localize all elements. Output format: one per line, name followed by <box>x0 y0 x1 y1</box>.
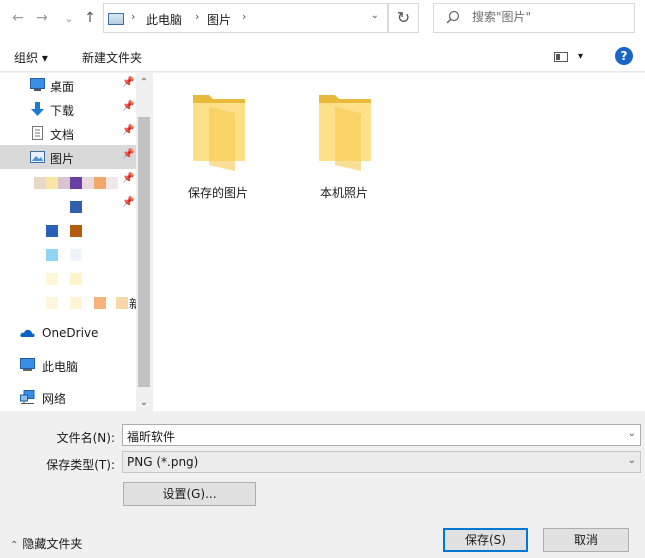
this-pc-icon <box>108 13 124 25</box>
forward-button[interactable]: → <box>32 8 52 28</box>
sidebar-item-onedrive[interactable]: OneDrive <box>0 321 136 345</box>
folder-icon <box>193 95 245 171</box>
nav-scrollbar[interactable]: ⌃ ⌄ <box>136 73 152 411</box>
view-options-icon[interactable] <box>554 52 568 62</box>
chevron-down-icon[interactable]: ⌄ <box>628 428 636 439</box>
filetype-select[interactable]: PNG (*.png) ⌄ <box>122 451 641 473</box>
refresh-button[interactable]: ↻ <box>388 3 419 33</box>
sidebar-item-network[interactable]: 网络 <box>0 385 136 409</box>
download-icon <box>31 102 44 116</box>
address-row: ← → ⌄ ↑ › 此电脑 › 图片 › ⌄ ↻ <box>0 0 645 40</box>
search-box[interactable] <box>433 3 635 33</box>
breadcrumb-pictures[interactable]: 图片 <box>207 11 231 28</box>
address-dropdown-icon[interactable]: ⌄ <box>371 10 379 21</box>
command-bar: 组织 ▾ 新建文件夹 ▾ <box>0 40 645 72</box>
scroll-up-icon[interactable]: ⌃ <box>136 75 152 91</box>
chevron-down-icon[interactable]: ⌄ <box>628 455 636 466</box>
sidebar-item-label: 下载 <box>50 104 75 118</box>
search-icon <box>446 10 460 24</box>
sidebar-item-label: 桌面 <box>50 80 75 94</box>
pin-icon[interactable]: 📌 <box>122 77 134 88</box>
pin-icon[interactable]: 📌 <box>122 197 134 208</box>
folder-name: 保存的图片 <box>187 186 248 200</box>
breadcrumb-this-pc[interactable]: 此电脑 <box>146 11 182 28</box>
view-dropdown-icon[interactable]: ▾ <box>578 51 583 62</box>
sidebar-item-this-pc[interactable]: 此电脑 <box>0 353 136 377</box>
up-arrow-icon: ↑ <box>84 10 96 26</box>
organize-button[interactable]: 组织 ▾ <box>14 49 48 66</box>
file-list: 保存的图片 本机照片 <box>153 73 645 411</box>
filetype-value: PNG (*.png) <box>127 455 199 469</box>
search-input[interactable] <box>472 10 627 24</box>
chevron-down-icon: ⌄ <box>64 11 74 25</box>
this-pc-icon <box>20 358 35 371</box>
cancel-button[interactable]: 取消 <box>543 528 629 552</box>
network-icon <box>20 390 35 404</box>
hide-folders-toggle[interactable]: ⌃ 隐藏文件夹 <box>10 535 82 552</box>
refresh-icon: ↻ <box>396 8 411 27</box>
breadcrumb-separator: › <box>242 10 247 23</box>
breadcrumb-separator: › <box>195 10 200 23</box>
back-arrow-icon: ← <box>12 10 24 26</box>
sidebar-item-pictures[interactable]: 图片 📌 <box>0 145 136 169</box>
sidebar-item-label: OneDrive <box>42 326 99 340</box>
hide-folders-label: 隐藏文件夹 <box>22 537 83 551</box>
folder-item[interactable]: 保存的图片 <box>163 79 273 200</box>
sidebar-item-label: 文档 <box>50 128 75 142</box>
pin-icon[interactable]: 📌 <box>122 125 134 136</box>
filename-value[interactable]: 福昕软件 <box>127 428 175 445</box>
back-button[interactable]: ← <box>8 8 28 28</box>
folder-icon <box>319 95 371 171</box>
navigation-pane: 桌面 📌 下载 📌 文档 📌 图片 📌 📌 📌 新 OneDrive 此电脑 网… <box>0 73 152 411</box>
recent-locations-button[interactable]: ⌄ <box>59 8 79 28</box>
sidebar-item-downloads[interactable]: 下载 📌 <box>0 97 136 121</box>
chevron-up-icon: ⌃ <box>10 540 19 551</box>
document-icon <box>32 126 43 140</box>
up-button[interactable]: ↑ <box>80 8 100 28</box>
blurred-region: 📌 📌 新 <box>16 173 141 313</box>
filename-field[interactable]: 福昕软件 ⌄ <box>122 424 641 446</box>
sidebar-item-desktop[interactable]: 桌面 📌 <box>0 73 136 97</box>
new-folder-button[interactable]: 新建文件夹 <box>82 49 142 66</box>
filetype-label: 保存类型(T): <box>46 458 115 472</box>
pin-icon[interactable]: 📌 <box>122 101 134 112</box>
help-button[interactable]: ? <box>615 47 633 65</box>
settings-button[interactable]: 设置(G)... <box>123 482 256 506</box>
address-bar[interactable]: › 此电脑 › 图片 › ⌄ <box>103 3 388 33</box>
breadcrumb-separator: › <box>131 10 136 23</box>
sidebar-item-label: 网络 <box>42 392 67 406</box>
sidebar-item-label: 图片 <box>50 152 75 166</box>
forward-arrow-icon: → <box>36 10 48 26</box>
save-button[interactable]: 保存(S) <box>443 528 528 552</box>
desktop-icon <box>30 78 45 91</box>
sidebar-item-label: 此电脑 <box>42 360 79 374</box>
scrollbar-thumb[interactable] <box>138 117 150 387</box>
filename-label: 文件名(N): <box>56 431 115 445</box>
pin-icon[interactable]: 📌 <box>122 149 134 160</box>
onedrive-icon <box>20 329 35 337</box>
folder-item[interactable]: 本机照片 <box>289 79 399 200</box>
scroll-down-icon[interactable]: ⌄ <box>136 395 152 411</box>
pictures-icon <box>30 151 45 163</box>
pin-icon[interactable]: 📌 <box>122 173 134 184</box>
folder-name: 本机照片 <box>319 186 368 200</box>
sidebar-item-documents[interactable]: 文档 📌 <box>0 121 136 145</box>
